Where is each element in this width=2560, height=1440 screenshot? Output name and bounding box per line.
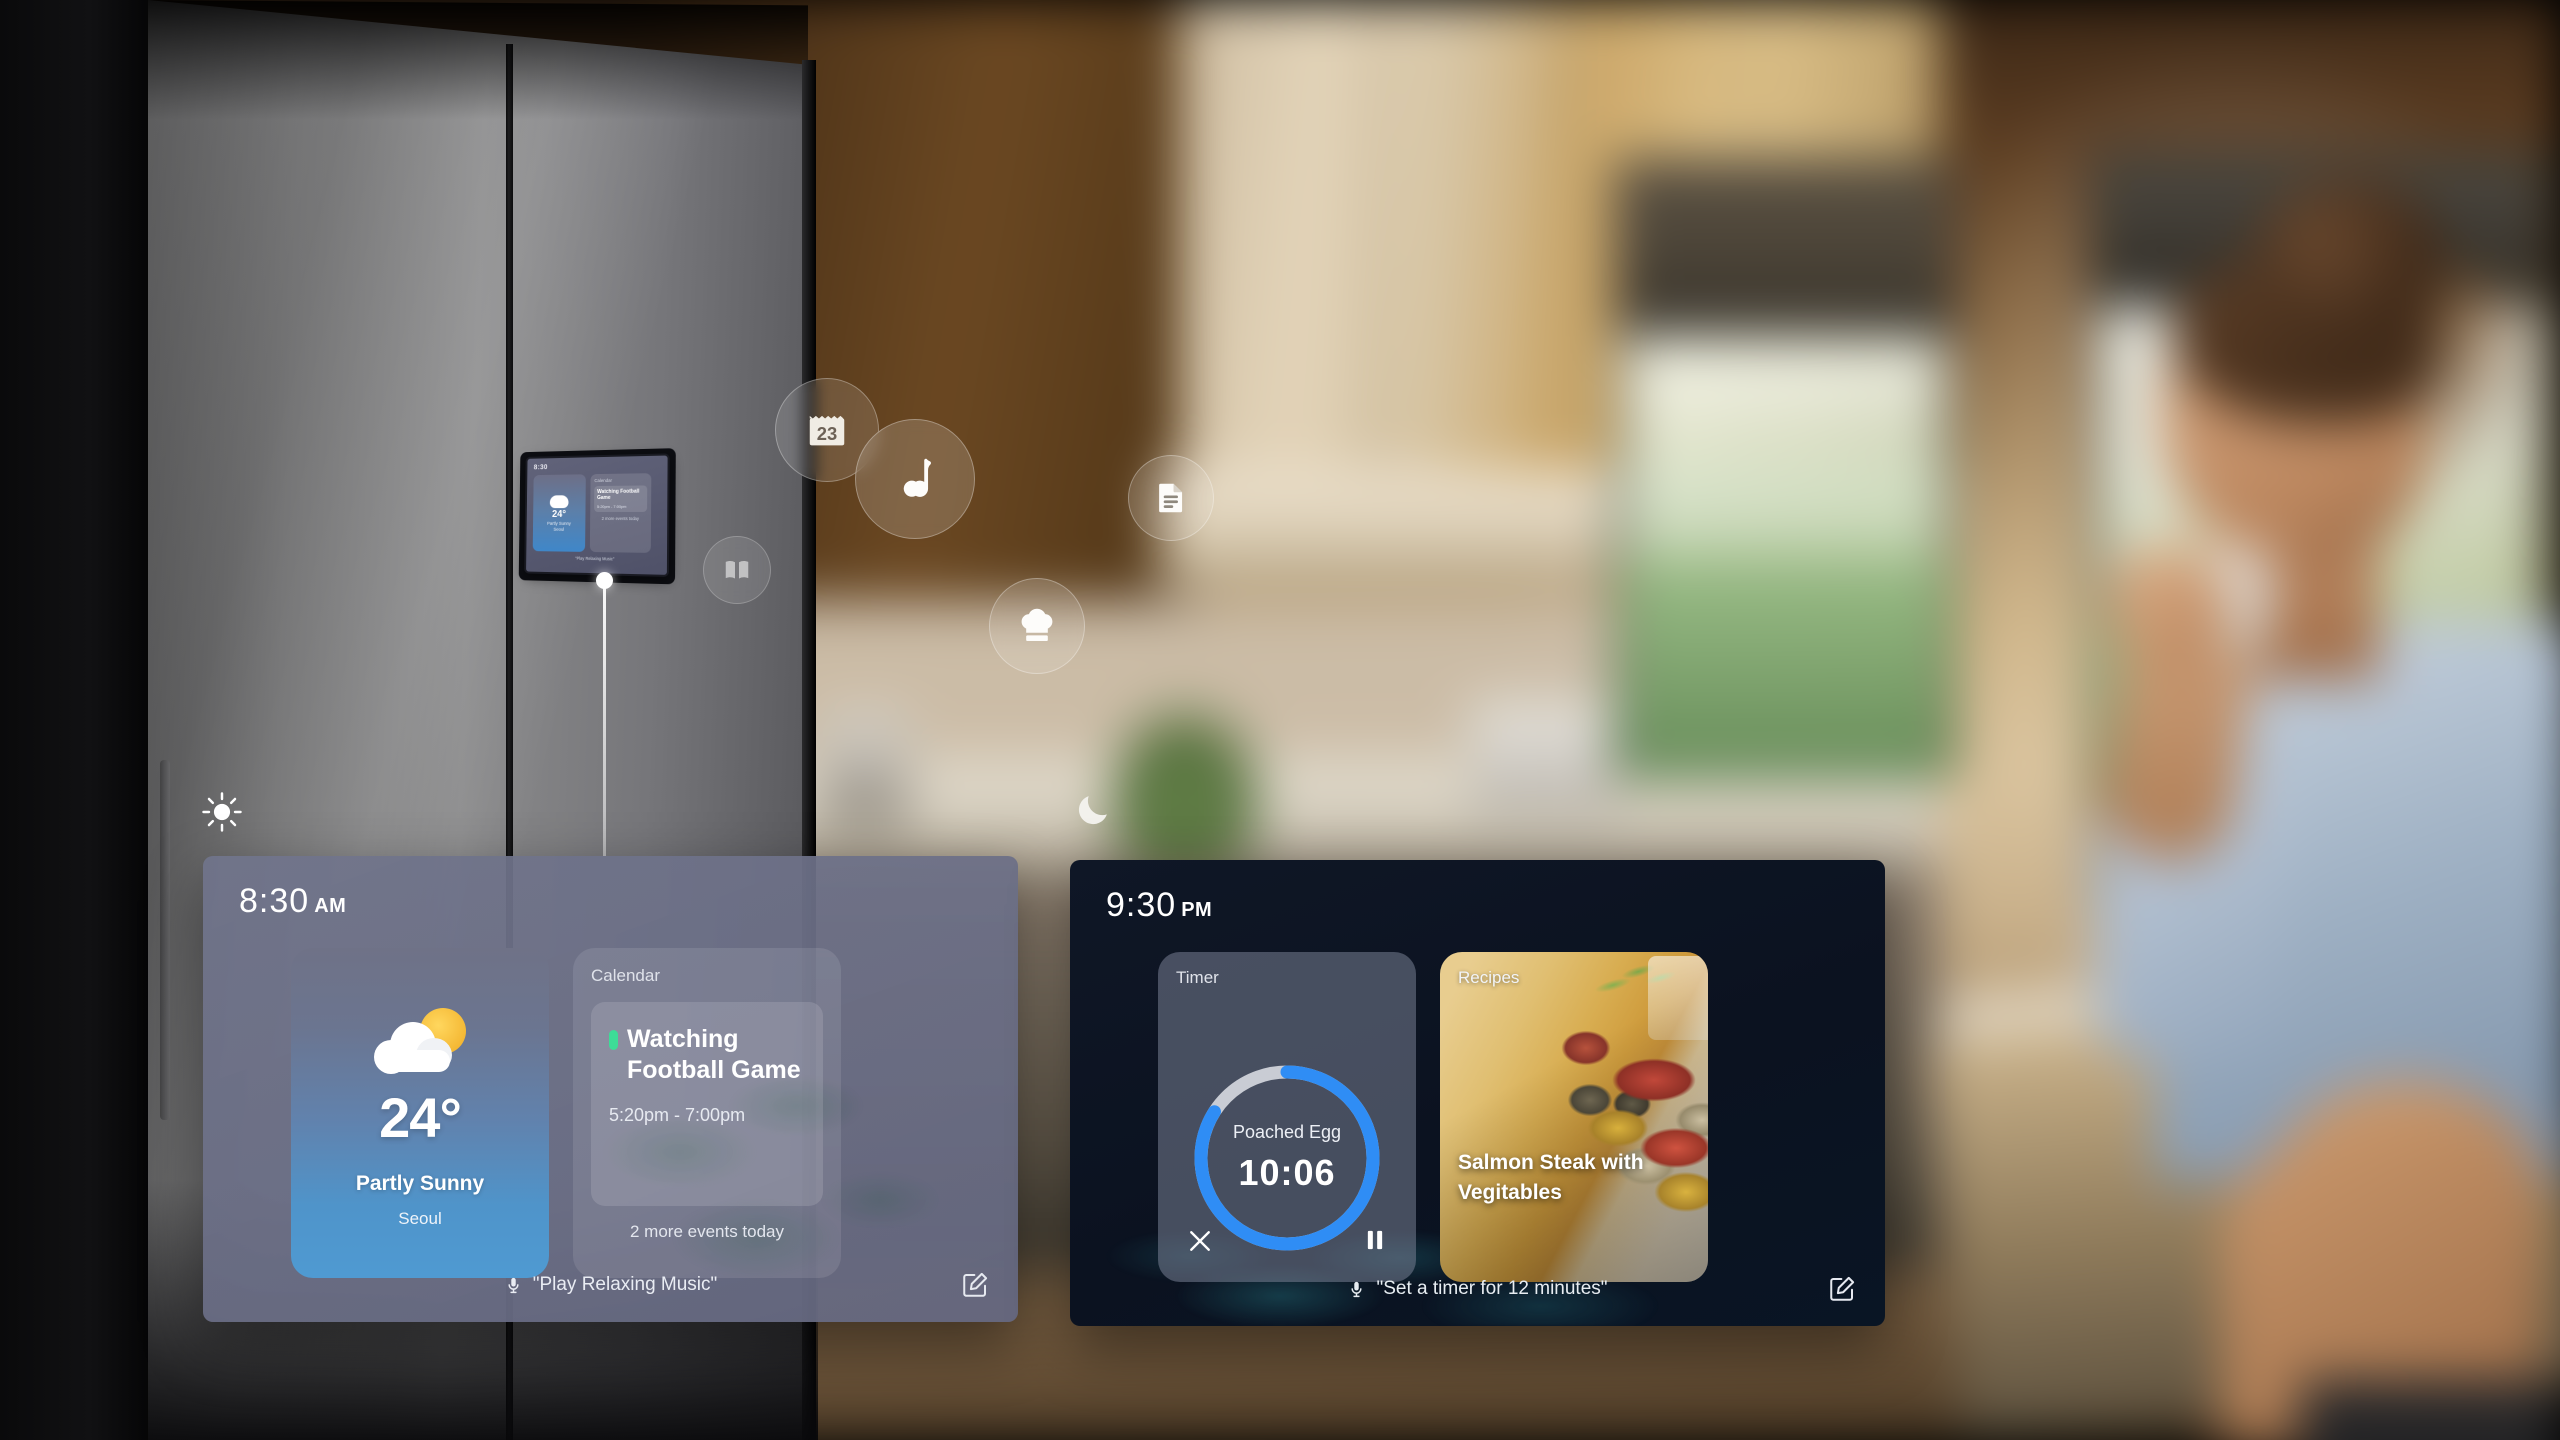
music-note-icon <box>903 458 932 497</box>
microphone-icon[interactable] <box>504 1276 523 1295</box>
fridge-screen-weather-card: 24° Partly Sunny Seoul <box>532 474 586 552</box>
partly-cloudy-icon <box>549 494 569 508</box>
calendar-event-time: 5:20pm - 7:00pm <box>609 1105 746 1125</box>
connector-line <box>603 588 606 856</box>
document-icon <box>1159 483 1183 513</box>
edit-compose-icon <box>1830 1276 1855 1301</box>
timer-remaining: 10:06 <box>1238 1152 1336 1193</box>
moon-icon <box>1078 796 1107 825</box>
person-drinking-coffee <box>1920 150 2560 1440</box>
app-bubble-documents[interactable] <box>1128 455 1214 541</box>
day-voice-bar[interactable]: "Play Relaxing Music" <box>203 1274 1018 1296</box>
day-panel-meridiem: AM <box>314 895 347 917</box>
timer-pause-button[interactable] <box>1362 1227 1388 1260</box>
timer-name: Poached Egg <box>1232 1122 1342 1142</box>
chef-hat-icon <box>1021 608 1053 642</box>
app-bubble-music[interactable] <box>855 419 975 539</box>
fridge-screen-city: Seoul <box>553 526 565 532</box>
night-panel-clock: 9:30 PM <box>1106 886 1212 925</box>
fridge-screen-more-events: 2 more events today <box>601 515 640 521</box>
fridge-screen-calendar-card: Calendar Watching Football Game 5:20pm -… <box>589 473 652 553</box>
close-x-icon <box>1190 1231 1210 1251</box>
calendar-card[interactable]: Calendar Watching Football Game 5:20pm -… <box>573 948 841 1278</box>
night-panel[interactable]: 9:30 PM Timer Poached Egg 10:06 Recipes … <box>1070 860 1885 1326</box>
calendar-event[interactable]: Watching Football Game 5:20pm - 7:00pm <box>591 1002 823 1206</box>
fridge-screen-calendar-label: Calendar <box>594 477 613 484</box>
fridge-screen-event-title: Watching Football Game <box>597 488 640 502</box>
night-edit-button[interactable] <box>1827 1274 1857 1304</box>
fridge-embedded-display[interactable]: 8:30 24° Partly Sunny Seoul Calendar Wat… <box>524 453 670 577</box>
event-color-dot <box>609 1030 618 1050</box>
fridge-screen-temp: 24° <box>551 508 567 520</box>
calendar-icon: 23 <box>809 415 845 446</box>
glass-object <box>1648 956 1708 1040</box>
connector-dot <box>596 572 613 589</box>
night-panel-meridiem: PM <box>1181 899 1213 921</box>
fridge-screen-cond: Partly Sunny <box>547 520 571 526</box>
calendar-more-events[interactable]: 2 more events today <box>591 1222 823 1242</box>
recipe-card-label: Recipes <box>1458 968 1520 987</box>
timer-cancel-button[interactable] <box>1186 1227 1214 1260</box>
edit-compose-icon <box>963 1272 988 1297</box>
timer-card-label: Timer <box>1176 968 1219 987</box>
day-edit-button[interactable] <box>960 1270 990 1300</box>
day-panel-time: 8:30 <box>239 882 310 920</box>
app-bubble-books[interactable] <box>703 536 771 604</box>
weather-card[interactable]: 24° Partly Sunny Seoul <box>291 948 549 1278</box>
sun-icon <box>202 792 242 832</box>
recipe-title: Salmon Steak with Vegitables <box>1458 1151 1644 1205</box>
recipe-card[interactable]: Recipes Salmon Steak with Vegitables <box>1440 952 1708 1282</box>
calendar-day-badge: 23 <box>817 423 837 444</box>
fridge-screen-time: 8:30 <box>533 464 548 472</box>
fridge-screen-event-time: 5:20pm - 7:00pm <box>596 503 627 509</box>
night-voice-bar[interactable]: "Set a timer for 12 minutes" <box>1070 1278 1885 1300</box>
calendar-event-title: Watching Football Game <box>627 1025 801 1084</box>
day-panel[interactable]: 8:30 AM 24° Partly Sunny Seoul Calendar <box>203 856 1018 1322</box>
fridge-screen-voice: "Play Relaxing Music" <box>575 555 615 562</box>
day-voice-prompt: "Play Relaxing Music" <box>532 1274 718 1295</box>
partly-cloudy-icon <box>372 1008 468 1074</box>
pause-icon <box>1367 1230 1383 1250</box>
scene-root: 8:30 24° Partly Sunny Seoul Calendar Wat… <box>0 0 2560 1440</box>
day-panel-clock: 8:30 AM <box>239 882 346 921</box>
daytime-marker <box>200 790 244 839</box>
night-voice-prompt: "Set a timer for 12 minutes" <box>1376 1278 1608 1299</box>
nighttime-marker <box>1073 790 1113 835</box>
calendar-card-label: Calendar <box>591 966 660 985</box>
weather-condition: Partly Sunny <box>355 1172 485 1195</box>
weather-city: Seoul <box>398 1209 442 1228</box>
night-panel-time: 9:30 <box>1106 886 1177 924</box>
app-bubble-cooking[interactable] <box>989 578 1085 674</box>
microphone-icon[interactable] <box>1347 1280 1366 1299</box>
open-book-icon <box>725 560 749 579</box>
weather-temperature: 24° <box>379 1086 462 1149</box>
timer-card[interactable]: Timer Poached Egg 10:06 <box>1158 952 1416 1282</box>
